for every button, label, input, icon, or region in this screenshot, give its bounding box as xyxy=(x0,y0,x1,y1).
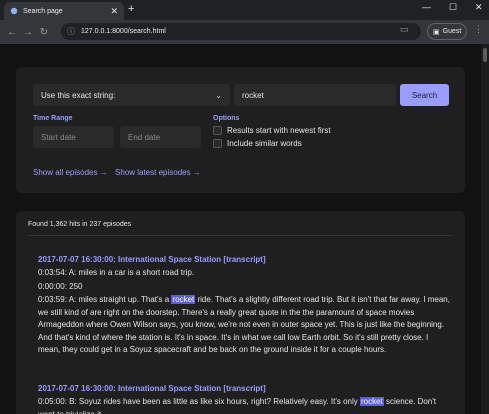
newest-first-option[interactable]: Results start with newest first xyxy=(213,126,331,135)
transcript-text: 0:00:00: 250 xyxy=(38,281,83,291)
episode-result: 2017-07-07 16:30:00: International Space… xyxy=(38,255,450,357)
episode-result: 2017-07-07 16:30:00: International Space… xyxy=(38,384,450,414)
search-mode-select[interactable]: Use this exact string: ⌄ xyxy=(33,84,230,106)
page-content: Use this exact string: ⌄ rocket Search T… xyxy=(0,44,481,414)
scrollbar-thumb[interactable] xyxy=(483,48,487,62)
end-date-input[interactable]: End date xyxy=(120,126,201,148)
tab-title: Search page xyxy=(23,7,63,15)
search-panel: Use this exact string: ⌄ rocket Search T… xyxy=(16,67,465,193)
site-info-icon[interactable]: ⓘ xyxy=(67,26,75,37)
search-highlight: rocket xyxy=(359,397,384,406)
transcript-line: 0:00:00: 250 xyxy=(38,281,450,294)
results-panel: Found 1,362 hits in 237 episodes 2017-07… xyxy=(16,211,465,414)
similar-words-label: Include similar words xyxy=(227,139,302,148)
address-bar[interactable]: ⓘ 127.0.0.1:8000/search.html xyxy=(61,23,421,40)
similar-words-checkbox[interactable] xyxy=(213,139,222,148)
episode-title[interactable]: 2017-07-07 16:30:00: International Space… xyxy=(38,255,450,264)
profile-label: Guest xyxy=(442,28,462,35)
menu-icon[interactable]: ⋮ xyxy=(474,24,483,35)
transcript-line: 0:05:00: B: Soyuz rides have been as lit… xyxy=(38,396,450,414)
browser-chrome: Search page ✕ + — ☐ ✕ ← → ↻ ⓘ 127.0.0.1:… xyxy=(0,0,489,44)
cast-icon[interactable]: ▭ xyxy=(400,24,409,35)
transcript-text: 0:03:59: A: miles straight up. That's a xyxy=(38,295,172,304)
start-date-input[interactable]: Start date xyxy=(33,126,114,148)
tab-search-page[interactable]: Search page ✕ xyxy=(4,2,124,20)
profile-icon: ▣ xyxy=(433,28,440,36)
transcript-text: 0:05:00: B: Soyuz rides have been as lit… xyxy=(38,397,360,406)
search-highlight: rocket xyxy=(171,295,196,304)
newest-first-checkbox[interactable] xyxy=(213,126,222,135)
search-button[interactable]: Search xyxy=(400,84,449,106)
page-scrollbar[interactable] xyxy=(481,44,489,414)
back-icon[interactable]: ← xyxy=(4,27,20,38)
tab-strip: Search page ✕ + — ☐ ✕ xyxy=(0,0,489,20)
browser-toolbar: ← → ↻ ⓘ 127.0.0.1:8000/search.html ▭ ▣ G… xyxy=(0,20,489,44)
similar-words-option[interactable]: Include similar words xyxy=(213,139,302,148)
maximize-icon[interactable]: ☐ xyxy=(449,2,457,13)
show-latest-episodes-link[interactable]: Show latest episodes → xyxy=(115,168,201,177)
transcript-text: 0:03:54: A: miles in a car is a short ro… xyxy=(38,268,195,277)
transcript-line: 0:03:59: A: miles straight up. That's a … xyxy=(38,294,450,357)
search-mode-value: Use this exact string: xyxy=(41,90,116,100)
reload-icon[interactable]: ↻ xyxy=(36,27,52,38)
window-close-icon[interactable]: ✕ xyxy=(475,2,483,13)
show-all-episodes-link[interactable]: Show all episodes → xyxy=(33,168,108,177)
new-tab-button[interactable]: + xyxy=(128,3,134,15)
minimize-icon[interactable]: — xyxy=(422,2,431,12)
results-summary: Found 1,362 hits in 237 episodes xyxy=(28,221,132,228)
options-label: Options xyxy=(213,115,240,122)
newest-first-label: Results start with newest first xyxy=(227,126,331,135)
page-favicon-icon xyxy=(10,7,18,15)
search-input[interactable]: rocket xyxy=(234,84,396,106)
forward-icon[interactable]: → xyxy=(20,27,36,38)
episode-title[interactable]: 2017-07-07 16:30:00: International Space… xyxy=(38,384,450,393)
time-range-label: Time Range xyxy=(33,115,73,122)
divider xyxy=(28,235,453,236)
url-text: 127.0.0.1:8000/search.html xyxy=(81,28,166,35)
chevron-down-icon: ⌄ xyxy=(215,90,222,100)
tab-close-icon[interactable]: ✕ xyxy=(110,6,118,17)
profile-button[interactable]: ▣ Guest xyxy=(427,23,467,40)
transcript-line: 0:03:54: A: miles in a car is a short ro… xyxy=(38,267,450,280)
